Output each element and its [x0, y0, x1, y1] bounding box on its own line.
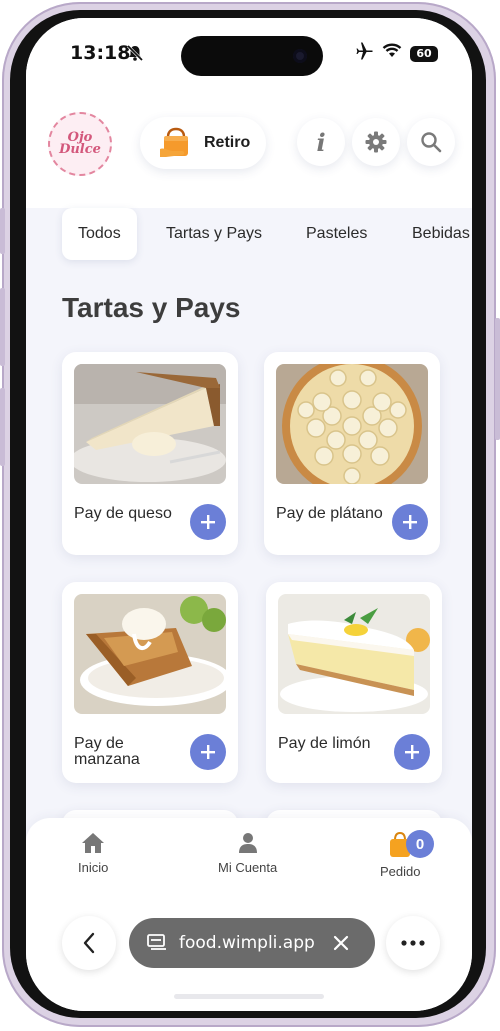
browser-back-button[interactable] — [62, 916, 116, 970]
settings-button[interactable] — [352, 118, 400, 166]
browser-toolbar: food.wimpli.app — [26, 916, 472, 976]
product-name: Pay de queso — [74, 505, 172, 522]
product-card-pay-de-queso[interactable]: Pay de queso — [62, 352, 238, 555]
bottom-nav: Inicio Mi Cuenta Pedido — [26, 818, 472, 1011]
url-text: food.wimpli.app — [179, 933, 315, 953]
tab-todos[interactable]: Todos — [62, 208, 137, 260]
gear-icon — [364, 130, 388, 154]
add-to-cart-button[interactable] — [190, 504, 226, 540]
home-indicator — [174, 994, 324, 999]
screen: 13:18 60 Ojo Dulce Retiro i Todos Tartas… — [26, 18, 472, 1011]
more-icon — [401, 940, 425, 946]
status-time: 13:18 — [70, 42, 131, 64]
side-button — [0, 208, 5, 254]
pickup-mode-label: Retiro — [204, 134, 251, 151]
brand-logo[interactable]: Ojo Dulce — [48, 112, 112, 176]
product-card-pay-de-platano[interactable]: Pay de plátano — [264, 352, 440, 555]
shopping-bag-icon — [158, 125, 194, 161]
bell-slash-icon — [126, 44, 144, 67]
plus-icon — [200, 514, 216, 530]
search-icon — [420, 131, 442, 153]
nav-label: Mi Cuenta — [218, 860, 278, 875]
status-icons: 60 — [354, 42, 438, 65]
side-button — [495, 318, 500, 440]
tab-label: Tartas y Pays — [166, 225, 263, 242]
address-bar[interactable]: food.wimpli.app — [129, 918, 375, 968]
section-title: Tartas y Pays — [62, 292, 241, 323]
side-button — [0, 388, 5, 466]
nav-item-mi-cuenta[interactable]: Mi Cuenta — [218, 832, 277, 875]
tab-pasteles[interactable]: Pasteles — [306, 208, 367, 260]
battery-icon: 60 — [410, 45, 438, 62]
product-card-pay-de-limon[interactable]: Pay de limón — [266, 582, 442, 783]
nav-item-inicio[interactable]: Inicio — [78, 832, 108, 875]
nav-label: Inicio — [78, 860, 109, 875]
tab-label: Todos — [78, 225, 121, 242]
close-icon[interactable] — [333, 935, 349, 951]
plus-icon — [404, 744, 420, 760]
product-name: Pay de plátano — [276, 505, 383, 522]
tab-label: Pasteles — [306, 225, 368, 242]
product-card-pay-de-manzana[interactable]: Pay de manzana — [62, 582, 238, 783]
status-bar: 13:18 60 — [26, 18, 472, 88]
product-image — [276, 364, 428, 484]
search-button[interactable] — [407, 118, 455, 166]
chevron-left-icon — [82, 932, 96, 954]
user-icon — [237, 832, 259, 854]
tab-label: Bebidas — [412, 225, 470, 242]
dynamic-island — [181, 36, 323, 76]
wifi-icon — [382, 43, 402, 64]
tab-tartas-y-pays[interactable]: Tartas y Pays — [166, 208, 262, 260]
tab-bebidas[interactable]: Bebidas — [412, 208, 472, 260]
cart-count-badge: 0 — [406, 830, 434, 858]
side-button — [0, 288, 5, 366]
home-icon — [81, 832, 105, 854]
plus-icon — [200, 744, 216, 760]
logo-text-line2: Dulce — [59, 142, 101, 157]
add-to-cart-button[interactable] — [190, 734, 226, 770]
category-tabs: Todos Tartas y Pays Pasteles Bebidas — [26, 208, 472, 268]
browser-more-button[interactable] — [386, 916, 440, 970]
product-name: Pay de manzana — [74, 735, 140, 768]
add-to-cart-button[interactable] — [392, 504, 428, 540]
info-button[interactable]: i — [297, 118, 345, 166]
pickup-mode-button[interactable]: Retiro — [140, 117, 266, 169]
nav-label: Pedido — [380, 864, 421, 879]
camera-icon — [293, 49, 307, 63]
airplane-icon — [354, 42, 374, 65]
info-icon: i — [316, 127, 326, 157]
add-to-cart-button[interactable] — [394, 734, 430, 770]
tabs-icon — [147, 934, 167, 952]
product-image — [278, 594, 430, 714]
product-name: Pay de limón — [278, 735, 371, 752]
product-image — [74, 364, 226, 484]
product-image — [74, 594, 226, 714]
plus-icon — [402, 514, 418, 530]
